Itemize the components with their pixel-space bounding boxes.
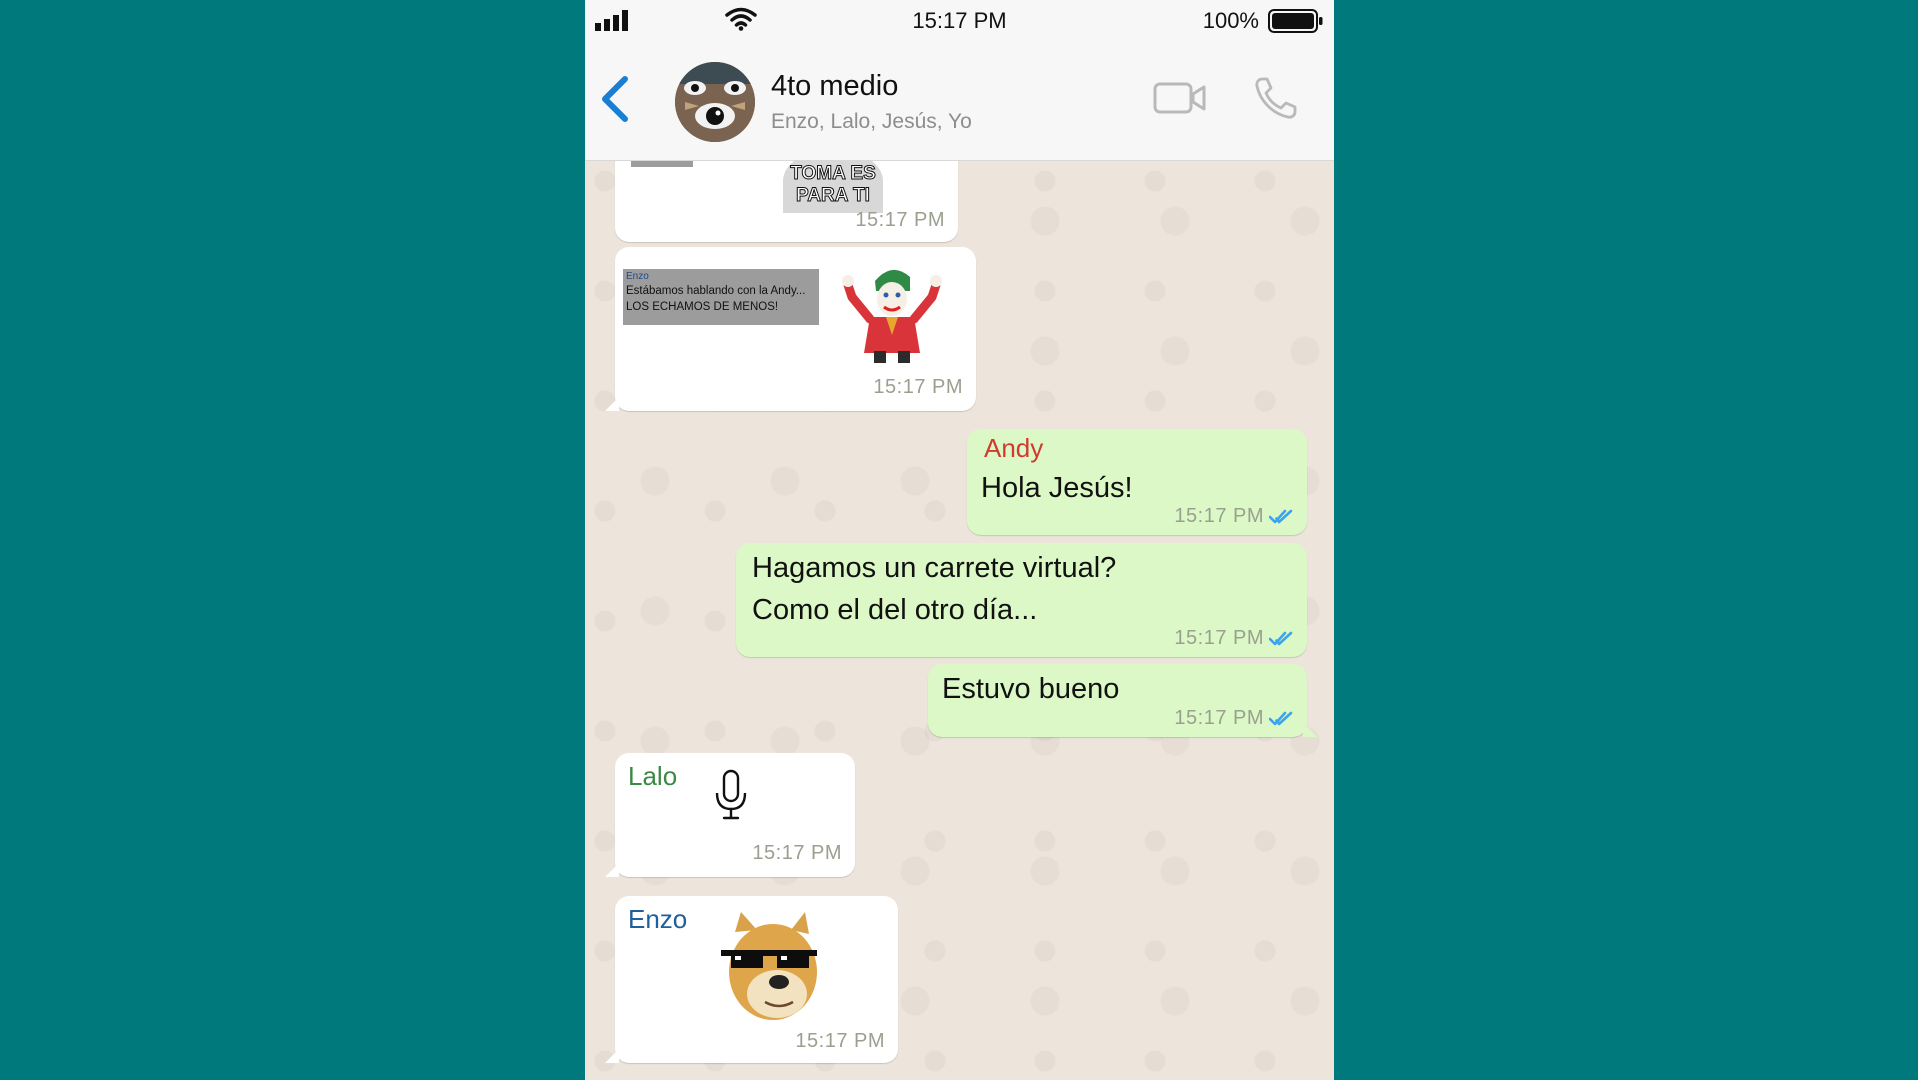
chat-header: 4to medio Enzo, Lalo, Jesús, Yo [585, 40, 1334, 161]
doge-sunglasses-sticker [721, 912, 817, 1020]
joker-sticker [842, 269, 942, 363]
phone-call-icon[interactable] [1253, 75, 1299, 121]
quoted-message: Enzo Estábamos hablando con la Andy... L… [623, 269, 819, 325]
sticker-caption: TOMA ES PARA TI [790, 163, 877, 207]
sender-name: Lalo [628, 761, 678, 791]
quote-text: Estábamos hablando con la Andy... LOS EC… [626, 285, 806, 313]
video-call-icon[interactable] [1153, 80, 1207, 116]
message-time: 15:17 PM [855, 209, 945, 231]
message-bubble[interactable]: Andy Hola Jesús! 15:17 PM [967, 429, 1307, 535]
double-check-icon [1269, 509, 1293, 524]
battery-percent: 100% [1202, 8, 1259, 33]
message-bubble[interactable]: Estuvo bueno 15:17 PM [928, 664, 1317, 737]
message-bubble[interactable]: Enzo Estábamos hablando con la Andy... L… [605, 247, 976, 411]
message-time: 15:17 PM [795, 1030, 885, 1052]
message-time: 15:17 PM [1174, 505, 1264, 527]
status-bar: 15:17 PM 100% [585, 0, 1334, 40]
chat-title[interactable]: 4to medio [771, 70, 898, 103]
group-avatar[interactable] [675, 62, 755, 142]
double-check-icon [1269, 631, 1293, 646]
chat-area[interactable]: TOMA ES PARA TI 15:17 PM Enzo Estábamos … [585, 161, 1334, 1080]
message-bubble[interactable]: Enzo 15:17 PM [605, 896, 898, 1063]
quote-sender: Enzo [626, 271, 649, 282]
sender-name: Andy [984, 433, 1044, 463]
quote-fragment [631, 161, 693, 167]
battery-icon [1268, 9, 1323, 33]
message-text-line-2: Como el del otro día... [752, 594, 1038, 626]
chat-members: Enzo, Lalo, Jesús, Yo [771, 110, 972, 133]
message-text-line-1: Hagamos un carrete virtual? [752, 552, 1117, 584]
microphone-icon[interactable] [713, 769, 749, 821]
back-arrow-icon[interactable] [599, 75, 629, 123]
phone-screen: 15:17 PM 100% 4to medio Enzo, Lalo, Jesú… [585, 0, 1334, 1080]
message-time: 15:17 PM [1174, 627, 1264, 649]
message-text: Estuvo bueno [942, 673, 1120, 705]
double-check-icon [1269, 711, 1293, 726]
eyes-avatar-image [675, 62, 755, 142]
audio-message-bubble[interactable]: Lalo 15:17 PM [605, 753, 855, 877]
message-time: 15:17 PM [752, 842, 842, 864]
message-text: Hola Jesús! [981, 472, 1133, 504]
message-bubble[interactable]: TOMA ES PARA TI 15:17 PM [615, 161, 958, 242]
message-time: 15:17 PM [1174, 707, 1264, 729]
message-bubble[interactable]: Hagamos un carrete virtual? Como el del … [736, 543, 1307, 657]
sender-name: Enzo [628, 904, 688, 934]
sticker-image: TOMA ES PARA TI [783, 161, 883, 213]
message-time: 15:17 PM [873, 376, 963, 398]
